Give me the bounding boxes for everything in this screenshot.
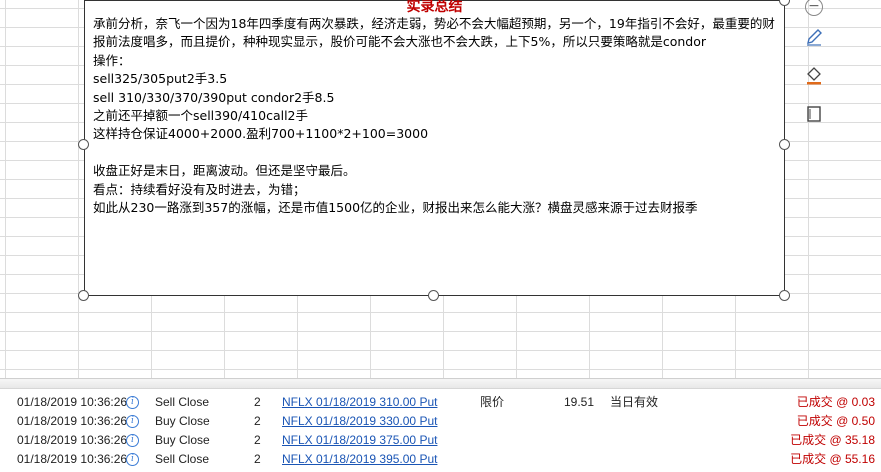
info-icon[interactable]: i xyxy=(126,453,139,466)
info-icon[interactable]: i xyxy=(126,415,139,428)
table-row[interactable]: 01/18/2019 10:36:26 i Buy Close 2 NFLX 0… xyxy=(0,412,881,431)
note-line: 如此从230一路涨到357的涨幅，还是市值1500亿的企业，财报出来怎么能大涨？… xyxy=(93,200,698,216)
order-qty: 2 xyxy=(254,452,261,466)
note-line: sell 310/330/370/390put condor2手8.5 xyxy=(93,89,335,105)
order-action: Buy Close xyxy=(155,414,210,428)
order-time: 01/18/2019 10:36:26 xyxy=(17,452,128,466)
order-action: Sell Close xyxy=(155,452,210,466)
order-action: Sell Close xyxy=(155,395,210,409)
order-price: 19.51 xyxy=(564,395,595,409)
order-symbol-link[interactable]: NFLX 01/18/2019 330.00 Put xyxy=(282,412,437,431)
order-qty: 2 xyxy=(254,433,261,447)
order-time: 01/18/2019 10:36:26 xyxy=(17,414,128,428)
order-status: 已成交 @ 0.50 xyxy=(796,414,875,428)
note-line: 之前还平掉额一个sell390/410call2手 xyxy=(93,108,309,124)
table-row[interactable]: 01/18/2019 10:36:26 i Buy Close 2 NFLX 0… xyxy=(0,431,881,450)
order-status: 已成交 @ 35.18 xyxy=(790,433,875,447)
resize-handle-bottom-right[interactable] xyxy=(779,290,790,301)
resize-handle-bottom-center[interactable] xyxy=(428,290,439,301)
info-icon[interactable]: i xyxy=(126,396,139,409)
note-line xyxy=(93,144,781,162)
order-tif: 当日有效 xyxy=(610,395,659,409)
note-line: 操作： xyxy=(93,52,131,68)
order-time: 01/18/2019 10:36:26 xyxy=(17,395,128,409)
note-title: 实录总结 xyxy=(406,0,463,15)
note-line: 这样持仓保证4000+2000.盈利700+1100*2+100=3000 xyxy=(93,126,429,142)
table-row[interactable]: 01/18/2019 10:36:26 i Sell Close 2 NFLX … xyxy=(0,393,881,412)
resize-handle-middle-left[interactable] xyxy=(78,139,89,150)
info-icon[interactable]: i xyxy=(126,434,139,447)
pen-icon[interactable] xyxy=(801,24,827,50)
text-box-note[interactable]: 实录总结 承前分析，奈飞一个因为18年四季度有两次暴跌，经济走弱，势必不会大幅超… xyxy=(84,0,785,296)
order-qty: 2 xyxy=(254,395,261,409)
order-symbol-link[interactable]: NFLX 01/18/2019 375.00 Put xyxy=(282,431,437,450)
order-status: 已成交 @ 55.16 xyxy=(790,452,875,466)
note-body[interactable]: 承前分析，奈飞一个因为18年四季度有两次暴跌，经济走弱，势必不会大幅超预期，另一… xyxy=(93,15,781,217)
note-line: 收盘正好是末日，距离波动。但还是坚守最后。 xyxy=(93,163,356,179)
order-symbol-link[interactable]: NFLX 01/18/2019 310.00 Put xyxy=(282,393,437,412)
order-qty: 2 xyxy=(254,414,261,428)
table-row[interactable]: 01/18/2019 10:36:26 i Sell Close 2 NFLX … xyxy=(0,450,881,469)
order-time: 01/18/2019 10:36:26 xyxy=(17,433,128,447)
order-action: Buy Close xyxy=(155,433,210,447)
order-status: 已成交 @ 0.03 xyxy=(796,395,875,409)
note-line: sell325/305put2手3.5 xyxy=(93,71,228,87)
resize-handle-bottom-left[interactable] xyxy=(78,290,89,301)
order-symbol-link[interactable]: NFLX 01/18/2019 395.00 Put xyxy=(282,450,437,469)
border-icon[interactable] xyxy=(801,101,827,127)
panel-header-bar xyxy=(0,379,881,389)
note-line: 承前分析，奈飞一个因为18年四季度有两次暴跌，经济走弱，势必不会大幅超预期，另一… xyxy=(93,16,775,50)
order-list-panel: 01/18/2019 10:36:26 i Sell Close 2 NFLX … xyxy=(0,378,881,472)
resize-handle-middle-right[interactable] xyxy=(779,139,790,150)
note-line: 看点：持续看好没有及时进去，为错； xyxy=(93,181,306,197)
fill-bucket-icon[interactable] xyxy=(801,62,827,88)
order-type: 限价 xyxy=(480,395,505,409)
